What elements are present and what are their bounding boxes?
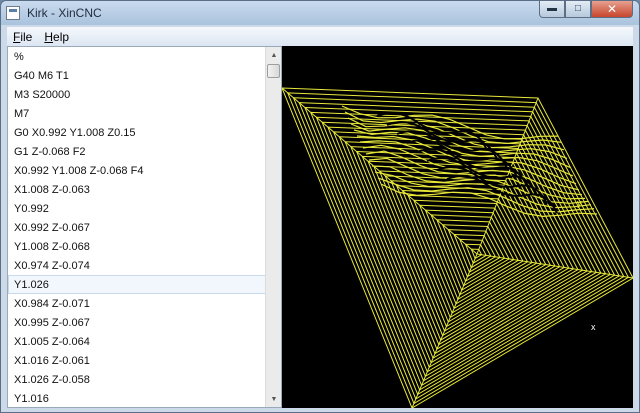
scroll-up-arrow-icon[interactable]: ▲	[266, 47, 281, 63]
gcode-line[interactable]: Y0.992	[8, 199, 266, 218]
contour-pass	[282, 87, 633, 408]
axis-label-y: y	[577, 198, 582, 208]
window-title: Kirk - XinCNC	[27, 6, 102, 20]
close-button[interactable]: ✕	[591, 1, 633, 18]
gcode-line[interactable]: Y1.016	[8, 389, 266, 407]
gcode-list-panel[interactable]: % G40 M6 T1 M3 S20000 M7 G0 X0.992 Y1.008 Z0…	[7, 46, 282, 408]
title-bar[interactable]: Kirk - XinCNC ▬ □ ✕	[1, 1, 639, 25]
gcode-line[interactable]: G0 X0.992 Y1.008 Z0.15	[8, 123, 266, 142]
toolpath-contours	[282, 87, 633, 408]
gcode-line[interactable]: Y1.026	[8, 275, 266, 294]
scroll-thumb[interactable]	[267, 64, 280, 78]
gcode-line[interactable]: X1.026 Z-0.058	[8, 370, 266, 389]
gcode-line[interactable]: G1 Z-0.068 F2	[8, 142, 266, 161]
axis-label-x: x	[591, 322, 596, 332]
gcode-line[interactable]: X0.974 Z-0.074	[8, 256, 266, 275]
gcode-line[interactable]: X1.016 Z-0.061	[8, 351, 266, 370]
scroll-down-arrow-icon[interactable]: ▼	[266, 391, 281, 407]
gcode-line[interactable]: X1.005 Z-0.064	[8, 332, 266, 351]
gcode-line[interactable]: X0.984 Z-0.071	[8, 294, 266, 313]
gcode-line[interactable]: Y1.008 Z-0.068	[8, 237, 266, 256]
gcode-list[interactable]: % G40 M6 T1 M3 S20000 M7 G0 X0.992 Y1.008 Z0…	[8, 47, 266, 407]
maximize-button[interactable]: □	[565, 1, 591, 18]
gcode-line[interactable]: M7	[8, 104, 266, 123]
gcode-line[interactable]: %	[8, 47, 266, 66]
minimize-button[interactable]: ▬	[539, 1, 565, 18]
vertical-scrollbar[interactable]: ▲ ▼	[265, 47, 281, 407]
window-controls: ▬ □ ✕	[539, 1, 633, 19]
menu-bar: File Help	[7, 27, 633, 46]
gcode-line[interactable]: X1.008 Z-0.063	[8, 180, 266, 199]
app-window-icon	[6, 6, 20, 20]
gcode-line[interactable]: X0.992 Z-0.067	[8, 218, 266, 237]
toolpath-3d-viewport[interactable]: y x	[282, 46, 633, 408]
app-window: Kirk - XinCNC ▬ □ ✕ File Help % G40 M6 T1…	[0, 0, 640, 413]
toolpath-canvas[interactable]: y x	[282, 46, 633, 408]
menu-help[interactable]: Help	[38, 30, 75, 44]
menu-file-label: File	[13, 29, 33, 44]
gcode-line[interactable]: X0.995 Z-0.067	[8, 313, 266, 332]
gcode-line[interactable]: M3 S20000	[8, 85, 266, 104]
menu-file[interactable]: File	[7, 30, 38, 44]
menu-help-label: Help	[44, 29, 70, 44]
contour-pass	[338, 136, 588, 364]
gcode-line[interactable]: X0.992 Y1.008 Z-0.068 F4	[8, 161, 266, 180]
gcode-line[interactable]: G40 M6 T1	[8, 66, 266, 85]
